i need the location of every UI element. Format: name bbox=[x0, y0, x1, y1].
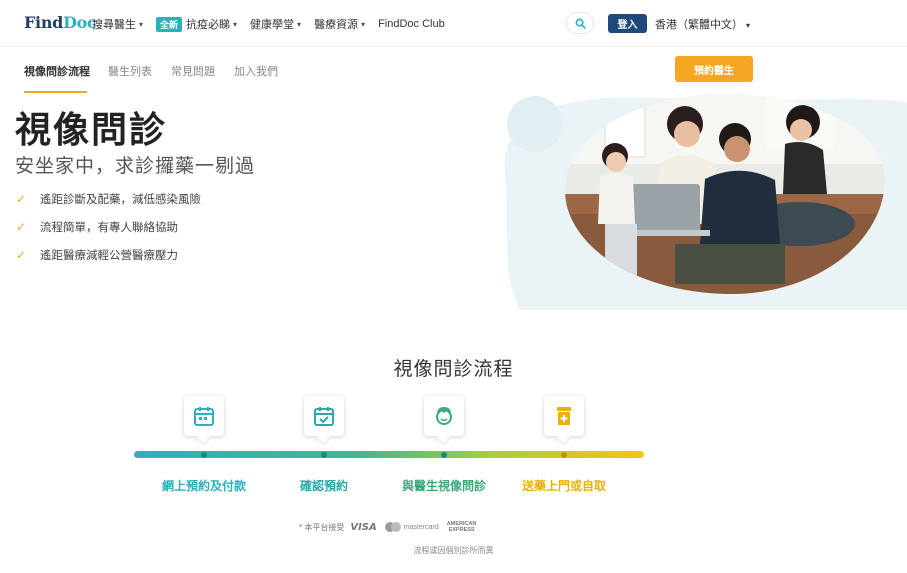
check-icon: ✓ bbox=[16, 192, 27, 206]
search-icon bbox=[575, 18, 586, 29]
mastercard-circle-icon bbox=[390, 522, 401, 532]
tab-video-consult-process[interactable]: 視像問診流程 bbox=[24, 63, 90, 79]
nav-find-doctor[interactable]: 搜尋醫生 ▾ bbox=[92, 16, 143, 32]
language-selector[interactable]: 香港（繁體中文） ▾ bbox=[655, 16, 750, 32]
hero-title: 視像問診 bbox=[15, 109, 168, 150]
doctor-icon bbox=[436, 406, 452, 425]
calendar-icon bbox=[194, 407, 214, 426]
step-4-label: 送藥上門或自取 bbox=[521, 479, 607, 493]
tab-faq[interactable]: 常見問題 bbox=[171, 63, 215, 79]
nav-finddoc-club-label: FindDoc Club bbox=[378, 18, 445, 30]
mastercard-text: mastercard bbox=[403, 523, 439, 531]
chevron-down-icon: ▾ bbox=[746, 21, 751, 30]
mastercard-logo: mastercard bbox=[384, 522, 439, 532]
search-button[interactable] bbox=[566, 12, 594, 34]
nav-health-school[interactable]: 健康學堂 ▾ bbox=[250, 16, 301, 32]
step-1-dot bbox=[201, 452, 207, 458]
step-4-icon-card bbox=[544, 396, 584, 436]
step-3-label: 與醫生視像問診 bbox=[401, 479, 487, 493]
calendar-check-icon bbox=[314, 407, 334, 426]
active-tab-indicator bbox=[24, 91, 87, 93]
amex-logo: AMERICAN EXPRESS bbox=[447, 521, 477, 533]
step-1-label: 網上預約及付款 bbox=[161, 479, 247, 493]
nav-medical-resources[interactable]: 醫療資源 ▾ bbox=[314, 16, 365, 32]
payment-methods: * 本平台接受 VISA mastercard AMERICAN EXPRESS bbox=[299, 521, 476, 533]
step-3-icon-card bbox=[424, 396, 464, 436]
process-title: 視像問診流程 bbox=[393, 359, 514, 380]
nav-anti-epidemic-label: 抗疫必睇 bbox=[186, 19, 231, 31]
nav-medical-resources-label: 醫療資源 bbox=[314, 19, 359, 31]
chevron-down-icon: ▾ bbox=[297, 19, 302, 29]
tab-doctor-list[interactable]: 醫生列表 bbox=[108, 63, 152, 79]
main-menu: 搜尋醫生 ▾ 全新 抗疫必睇 ▾ 健康學堂 ▾ 醫療資源 ▾ FindDoc Club bbox=[92, 16, 458, 32]
new-badge: 全新 bbox=[156, 16, 183, 32]
finddoc-logo[interactable]: FindDoc bbox=[24, 13, 97, 32]
nav-anti-epidemic[interactable]: 全新 抗疫必睇 ▾ bbox=[156, 16, 237, 32]
logo-find: Find bbox=[24, 13, 64, 32]
language-label: 香港（繁體中文） bbox=[655, 19, 743, 31]
hero-subtitle: 安坐家中，求診攞藥一剔過 bbox=[15, 156, 256, 177]
feature-list: ✓ 遙距診斷及配藥，減低感染風險 ✓ 流程簡單，有專人聯絡協助 ✓ 遙距醫療減輕… bbox=[16, 185, 201, 269]
nav-health-school-label: 健康學堂 bbox=[250, 19, 295, 31]
feature-item: ✓ 流程簡單，有專人聯絡協助 bbox=[16, 213, 201, 241]
feature-text: 遙距醫療減輕公營醫療壓力 bbox=[40, 250, 178, 262]
feature-item: ✓ 遙距診斷及配藥，減低感染風險 bbox=[16, 185, 201, 213]
check-icon: ✓ bbox=[16, 248, 27, 262]
nav-find-doctor-label: 搜尋醫生 bbox=[92, 19, 136, 31]
footer-note: 流程或因個別診所而異 bbox=[413, 546, 494, 555]
visa-logo: VISA bbox=[350, 521, 377, 533]
feature-text: 遙距診斷及配藥，減低感染風險 bbox=[40, 194, 201, 206]
top-navigation: FindDoc 搜尋醫生 ▾ 全新 抗疫必睇 ▾ 健康學堂 ▾ 醫療資源 ▾ FindD… bbox=[0, 0, 907, 47]
feature-text: 流程簡單，有專人聯絡協助 bbox=[40, 222, 178, 234]
chevron-down-icon: ▾ bbox=[139, 19, 144, 29]
chevron-down-icon: ▾ bbox=[361, 19, 366, 29]
sub-navigation: 視像問診流程 醫生列表 常見問題 加入我們 預約醫生 bbox=[0, 48, 907, 93]
chevron-down-icon: ▾ bbox=[233, 19, 238, 29]
feature-item: ✓ 遙距醫療減輕公營醫療壓力 bbox=[16, 241, 201, 269]
step-4-dot bbox=[561, 452, 567, 458]
medicine-icon bbox=[557, 407, 571, 425]
step-2-icon-card bbox=[304, 396, 344, 436]
process-progress-track bbox=[134, 451, 644, 458]
tab-join-us[interactable]: 加入我們 bbox=[234, 63, 278, 79]
amex-line2: EXPRESS bbox=[448, 527, 475, 533]
book-doctor-button[interactable]: 預約醫生 bbox=[675, 56, 753, 82]
step-1-icon-card bbox=[184, 396, 224, 436]
check-icon: ✓ bbox=[16, 220, 27, 234]
payment-prefix: * 本平台接受 bbox=[299, 522, 345, 532]
nav-finddoc-club[interactable]: FindDoc Club bbox=[378, 18, 445, 30]
step-2-label: 確認預約 bbox=[299, 479, 349, 493]
step-2-dot bbox=[321, 452, 327, 458]
login-button[interactable]: 登入 bbox=[608, 14, 647, 33]
step-3-dot bbox=[441, 452, 447, 458]
